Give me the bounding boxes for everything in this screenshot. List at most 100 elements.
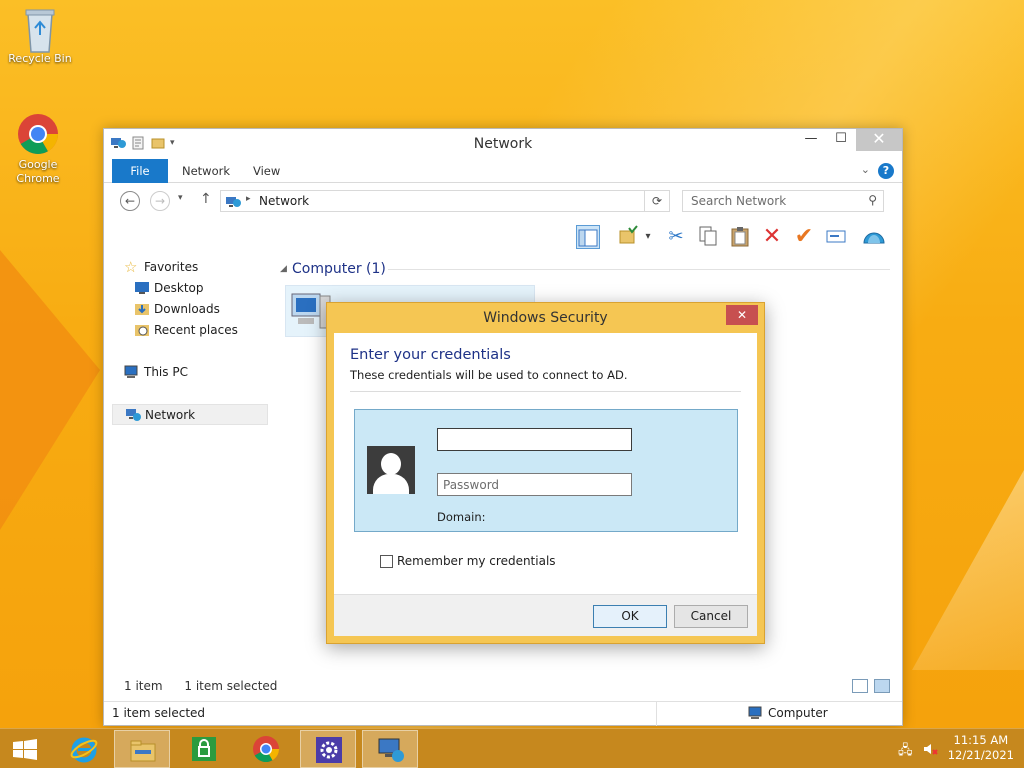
maximize-button[interactable]: ☐ xyxy=(826,129,856,151)
computer-small-icon xyxy=(748,706,764,723)
large-icons-view-icon[interactable] xyxy=(874,679,890,693)
selected-count: 1 item selected xyxy=(184,679,278,693)
username-field[interactable] xyxy=(437,428,632,451)
password-field[interactable] xyxy=(437,473,632,496)
start-button[interactable] xyxy=(0,730,56,768)
window-controls: — ☐ ✕ xyxy=(796,129,902,151)
paste-icon[interactable] xyxy=(728,225,752,249)
forward-button[interactable]: → xyxy=(150,191,170,211)
star-icon: ☆ xyxy=(124,258,138,276)
file-explorer-icon xyxy=(129,736,157,764)
windows-security-dialog: Windows Security ✕ Enter your credential… xyxy=(326,302,765,644)
cancel-button[interactable]: Cancel xyxy=(674,605,748,628)
nav-label: Downloads xyxy=(154,302,220,316)
expand-ribbon-icon[interactable]: ⌄ xyxy=(861,163,870,176)
clock-date: 12/21/2021 xyxy=(947,748,1014,762)
address-bar[interactable]: ▸ Network ⌄ xyxy=(220,190,670,212)
search-icon[interactable]: ⚲ xyxy=(868,193,877,207)
minimize-button[interactable]: — xyxy=(796,129,826,151)
nav-label: Desktop xyxy=(154,281,204,295)
chrome-icon xyxy=(16,112,60,156)
status-right-text: Computer xyxy=(768,706,828,720)
wallpaper-shard xyxy=(0,250,100,530)
close-button[interactable]: ✕ xyxy=(856,129,902,151)
preview-pane-button[interactable] xyxy=(576,225,600,249)
store-icon xyxy=(190,735,218,763)
nav-label: Recent places xyxy=(154,323,238,337)
folder-options-dropdown-icon[interactable]: ▾ xyxy=(642,225,654,249)
dialog-divider xyxy=(350,391,741,392)
network-small-icon xyxy=(225,194,241,213)
nav-favorites[interactable]: ☆ Favorites xyxy=(112,257,268,278)
chrome-icon xyxy=(252,735,280,763)
taskbar-ie[interactable] xyxy=(56,730,112,768)
taskbar-network-window[interactable] xyxy=(362,730,418,768)
nav-network[interactable]: Network xyxy=(112,404,268,425)
dialog-close-button[interactable]: ✕ xyxy=(726,305,758,325)
search-placeholder[interactable]: Search Network xyxy=(691,194,786,208)
taskbar-store[interactable] xyxy=(176,730,232,768)
group-header[interactable]: ◢ Computer (1) xyxy=(280,257,890,281)
content-pane: ◢ Computer (1) xyxy=(280,257,890,337)
explorer-titlebar[interactable]: ▾ Network — ☐ ✕ xyxy=(104,129,902,159)
network-icon xyxy=(125,408,141,422)
nav-label: Network xyxy=(145,408,196,422)
nav-desktop[interactable]: Desktop xyxy=(112,278,268,299)
tab-network[interactable]: Network xyxy=(168,159,244,183)
ok-button[interactable]: OK xyxy=(593,605,667,628)
nav-recent-places[interactable]: Recent places xyxy=(112,320,268,341)
clock[interactable]: 11:15 AM 12/21/2021 xyxy=(948,733,1014,763)
command-toolbar: ▾ ✂ ✕ ✔ xyxy=(104,219,902,255)
checkmark-icon[interactable]: ✔ xyxy=(792,225,816,249)
address-row: ← → ▾ ↑ ▸ Network ⌄ ⟳ Search Network ⚲ xyxy=(104,183,902,219)
tab-view[interactable]: View xyxy=(239,159,294,183)
taskbar-file-explorer[interactable] xyxy=(114,730,170,768)
details-view-icon[interactable] xyxy=(852,679,868,693)
search-box[interactable]: Search Network ⚲ xyxy=(682,190,884,212)
address-path[interactable]: Network xyxy=(259,194,309,208)
group-header-label: Computer (1) xyxy=(292,261,386,277)
item-count: 1 item xyxy=(124,679,163,693)
folder-options-icon[interactable] xyxy=(616,225,640,249)
remember-label[interactable]: Remember my credentials xyxy=(397,554,556,568)
back-button[interactable]: ← xyxy=(120,191,140,211)
collapse-group-icon[interactable]: ◢ xyxy=(280,257,287,281)
dialog-title[interactable]: Windows Security xyxy=(327,303,764,333)
remember-credentials[interactable]: Remember my credentials xyxy=(380,554,556,568)
nav-label: Favorites xyxy=(144,260,199,274)
windows-logo-icon xyxy=(12,738,40,766)
network-globe-icon[interactable] xyxy=(862,225,886,249)
network-icon xyxy=(377,736,405,764)
breadcrumb-separator-icon[interactable]: ▸ xyxy=(246,194,251,204)
internet-explorer-icon xyxy=(70,735,98,763)
rename-icon[interactable] xyxy=(824,225,848,249)
delete-icon[interactable]: ✕ xyxy=(760,225,784,249)
desktop-icon-google-chrome[interactable]: Google Chrome xyxy=(0,112,76,186)
dialog-subtext: These credentials will be used to connec… xyxy=(350,368,628,382)
network-tray-icon[interactable]: 🖧 xyxy=(898,741,914,758)
user-avatar-icon xyxy=(367,446,415,494)
copy-icon[interactable] xyxy=(696,225,720,249)
help-icon[interactable]: ? xyxy=(878,163,894,179)
desktop-icon-recycle-bin[interactable]: Recycle Bin xyxy=(2,6,78,66)
taskbar-chrome[interactable] xyxy=(238,730,294,768)
nav-this-pc[interactable]: This PC xyxy=(112,362,268,383)
gear-icon xyxy=(315,736,343,764)
volume-muted-icon[interactable] xyxy=(922,741,938,757)
dialog-heading: Enter your credentials xyxy=(350,347,511,363)
item-count-area: 1 item 1 item selected xyxy=(124,679,277,693)
refresh-button[interactable]: ⟳ xyxy=(644,190,670,212)
dialog-body: Enter your credentials These credentials… xyxy=(334,333,757,636)
up-button[interactable]: ↑ xyxy=(200,191,212,207)
recent-locations-icon[interactable]: ▾ xyxy=(178,193,183,203)
nav-downloads[interactable]: Downloads xyxy=(112,299,268,320)
desktop-icon-label: Recycle Bin xyxy=(8,52,72,65)
tab-file[interactable]: File xyxy=(112,159,168,183)
wallpaper-shard xyxy=(912,470,1024,670)
cut-icon[interactable]: ✂ xyxy=(664,225,688,249)
view-switcher xyxy=(852,679,890,693)
taskbar-control-panel[interactable] xyxy=(300,730,356,768)
clock-time: 11:15 AM xyxy=(953,733,1009,747)
remember-checkbox[interactable] xyxy=(380,554,393,568)
